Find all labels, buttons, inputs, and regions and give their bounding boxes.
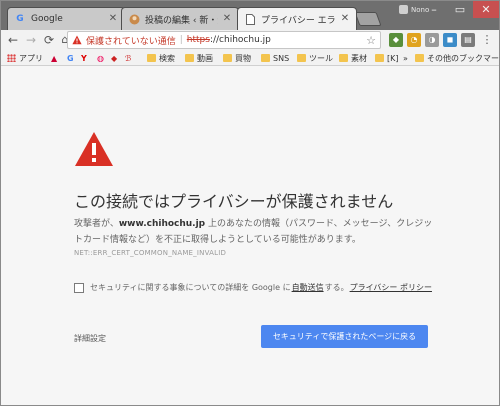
bookmark-icon-only[interactable]: ▲ bbox=[51, 52, 57, 64]
folder-icon bbox=[223, 54, 232, 62]
bookmark-folder[interactable]: [K] bbox=[375, 52, 399, 64]
google-icon: G bbox=[16, 14, 24, 24]
bookmark-label: アプリ bbox=[19, 53, 43, 63]
avatar bbox=[399, 5, 408, 14]
extension-icon[interactable]: ◼ bbox=[443, 33, 457, 47]
tab-wordpress[interactable]: 投稿の編集 ‹ 新・元祖気 ✕ bbox=[121, 7, 239, 30]
page-icon bbox=[244, 13, 256, 25]
extension-icon[interactable]: ◆ bbox=[389, 33, 403, 47]
folder-icon bbox=[261, 54, 270, 62]
bookmark-folder[interactable]: SNS bbox=[261, 52, 289, 64]
bookmark-folder[interactable]: ツール bbox=[297, 52, 333, 64]
folder-icon bbox=[185, 54, 194, 62]
bookmarks-bar: アプリ ▲ G Y ◍ ◆ ℬ 検索 動画 買物 SNS ツール 素材 [K] … bbox=[1, 50, 500, 66]
folder-icon bbox=[339, 54, 348, 62]
checkbox-text-mid: する。 bbox=[324, 283, 349, 292]
bookmark-folder[interactable]: 素材 bbox=[339, 52, 367, 64]
chevron-right-icon: » bbox=[403, 53, 408, 63]
bookmark-favicon-icon: ℬ bbox=[125, 53, 132, 63]
extension-icon[interactable]: ◔ bbox=[407, 33, 421, 47]
star-icon[interactable]: ☆ bbox=[366, 34, 376, 47]
bookmark-folder[interactable]: 検索 bbox=[147, 52, 175, 64]
window-close-button[interactable]: ✕ bbox=[473, 1, 499, 18]
minimize-button[interactable]: – bbox=[421, 1, 447, 18]
bookmark-label: [K] bbox=[387, 53, 399, 63]
tab-google[interactable]: G Google ✕ bbox=[7, 7, 125, 30]
address-bar[interactable]: 保護されていない通信 | https ://chihochu.jp ☆ bbox=[67, 31, 381, 49]
tab-privacy-error[interactable]: プライバシー エラー ✕ bbox=[237, 7, 357, 30]
forward-arrow-icon[interactable]: → bbox=[23, 32, 39, 48]
privacy-policy-link[interactable]: プライバシー ポリシー bbox=[350, 282, 432, 293]
bookmark-label: その他のブックマーク bbox=[427, 53, 500, 63]
url-host: ://chihochu.jp bbox=[209, 35, 271, 45]
folder-icon bbox=[415, 54, 424, 62]
bookmark-google[interactable]: G bbox=[67, 52, 74, 64]
maximize-button[interactable]: ▭ bbox=[447, 1, 473, 18]
warning-icon bbox=[75, 132, 113, 166]
details-button[interactable]: 詳細設定 bbox=[74, 333, 106, 344]
bookmark-favicon-icon: ◍ bbox=[97, 53, 104, 63]
bookmark-folder[interactable]: 買物 bbox=[223, 52, 251, 64]
bookmark-favicon-icon: ◆ bbox=[111, 53, 118, 63]
bookmarks-overflow-button[interactable]: » bbox=[403, 52, 408, 64]
back-arrow-icon[interactable]: ← bbox=[5, 32, 21, 48]
description-host: www.chihochu.jp bbox=[118, 219, 206, 229]
tab-label: プライバシー エラー bbox=[261, 15, 336, 26]
folder-icon bbox=[297, 54, 306, 62]
auto-send-link[interactable]: 自動送信 bbox=[292, 282, 324, 293]
tab-label: 投稿の編集 ‹ 新・元祖気 bbox=[145, 15, 218, 26]
description-prefix: 攻撃者が、 bbox=[74, 219, 119, 229]
report-checkbox[interactable] bbox=[74, 282, 84, 293]
bookmark-icon-only[interactable]: ℬ bbox=[125, 52, 131, 64]
new-tab-button[interactable] bbox=[354, 12, 382, 26]
warning-icon bbox=[72, 35, 82, 45]
bookmark-label: ツール bbox=[309, 53, 333, 63]
bookmark-label: 検索 bbox=[159, 53, 175, 63]
apps-grid-icon bbox=[7, 54, 16, 62]
error-code: NET::ERR_CERT_COMMON_NAME_INVALID bbox=[74, 249, 227, 257]
checkbox-text: セキュリティに関する事象についての詳細を Google に bbox=[90, 283, 291, 292]
bookmark-label: SNS bbox=[273, 53, 290, 63]
close-icon[interactable]: ✕ bbox=[222, 14, 232, 24]
bookmark-icon-only[interactable]: ◆ bbox=[111, 52, 117, 64]
bookmark-icon-only[interactable]: ◍ bbox=[97, 52, 104, 64]
report-checkbox-row: セキュリティに関する事象についての詳細を Google に 自動送信 する。 プ… bbox=[74, 282, 433, 293]
url-scheme: https bbox=[186, 35, 210, 45]
tab-label: Google bbox=[31, 14, 63, 24]
tab-strip: G Google ✕ 投稿の編集 ‹ 新・元祖気 ✕ プライバシー エラー ✕ … bbox=[1, 1, 499, 30]
toolbar: ← → ⟳ ⌂ 保護されていない通信 | https ://chihochu.j… bbox=[1, 30, 499, 50]
wordpress-icon bbox=[128, 13, 140, 25]
folder-icon bbox=[375, 54, 384, 62]
bookmark-label: 動画 bbox=[197, 53, 213, 63]
bookmark-apps[interactable]: アプリ bbox=[7, 52, 43, 64]
bookmark-youtube[interactable]: Y bbox=[81, 52, 87, 64]
browser-window: G Google ✕ 投稿の編集 ‹ 新・元祖気 ✕ プライバシー エラー ✕ … bbox=[0, 0, 500, 406]
menu-icon[interactable]: ⋮ bbox=[479, 32, 495, 48]
folder-icon bbox=[147, 54, 156, 62]
bookmark-label: 買物 bbox=[235, 53, 251, 63]
bookmark-other-folder[interactable]: その他のブックマーク bbox=[415, 52, 500, 64]
bookmark-favicon-icon: ▲ bbox=[51, 53, 58, 63]
privacy-error-page: この接続ではプライバシーが保護されません 攻撃者が、www.chihochu.j… bbox=[1, 67, 499, 405]
security-status[interactable]: 保護されていない通信 bbox=[86, 34, 176, 47]
back-to-safety-button[interactable]: セキュリティで保護されたページに戻る bbox=[261, 325, 428, 348]
extension-icon[interactable]: ◑ bbox=[425, 33, 439, 47]
bookmark-folder[interactable]: 動画 bbox=[185, 52, 213, 64]
reload-icon[interactable]: ⟳ bbox=[41, 32, 57, 48]
yahoo-icon: Y bbox=[81, 53, 87, 63]
bookmark-label: 素材 bbox=[351, 53, 367, 63]
omnibox-separator: | bbox=[179, 35, 183, 45]
extension-icon[interactable]: ▤ bbox=[461, 33, 475, 47]
page-title: この接続ではプライバシーが保護されません bbox=[74, 192, 394, 211]
close-icon[interactable]: ✕ bbox=[108, 14, 118, 24]
error-description: 攻撃者が、www.chihochu.jp 上のあなたの情報（パスワード、メッセー… bbox=[74, 216, 434, 248]
close-icon[interactable]: ✕ bbox=[340, 14, 350, 24]
google-icon: G bbox=[67, 53, 74, 63]
